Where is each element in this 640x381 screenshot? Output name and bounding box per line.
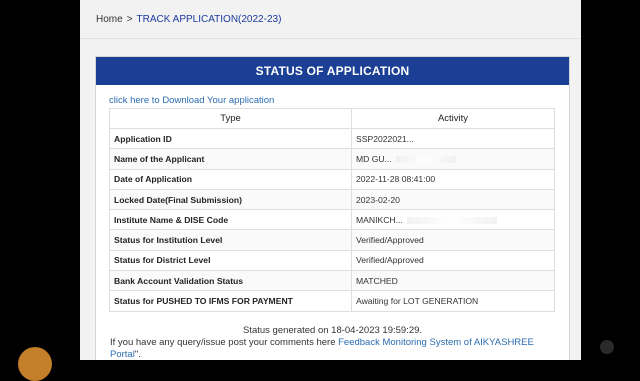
row-label: Application ID — [109, 127, 352, 150]
row-label: Status for District Level — [109, 249, 352, 272]
row-label: Locked Date(Final Submission) — [109, 188, 352, 211]
breadcrumb: Home > TRACK APPLICATION(2022-23) — [96, 14, 281, 25]
row-label: Status for Institution Level — [109, 229, 352, 251]
row-value: 2022-11-28 08:41:00 — [351, 168, 555, 190]
table-row: Application ID SSP2022021... — [109, 127, 555, 150]
redacted-block — [406, 217, 497, 225]
table-row: Bank Account Validation Status MATCHED — [109, 270, 555, 292]
avatar — [18, 347, 52, 381]
breadcrumb-current[interactable]: TRACK APPLICATION(2022-23) — [137, 14, 282, 25]
application-id-value: SSP2022021... — [356, 133, 414, 144]
row-value: Verified/Approved — [351, 229, 555, 251]
table-row: Status for District Level Verified/Appro… — [109, 249, 555, 272]
divider — [80, 38, 581, 39]
row-label: Bank Account Validation Status — [109, 270, 352, 292]
status-generated-text: Status generated on 18-04-2023 19:59:29. — [242, 325, 423, 336]
institute-value: MANIKCH... — [356, 214, 403, 225]
row-label: Name of the Applicant — [109, 148, 352, 170]
query-suffix: ". — [134, 349, 141, 360]
row-value: MATCHED — [351, 270, 555, 292]
query-prefix: If you have any query/issue post your co… — [110, 337, 339, 348]
breadcrumb-separator: > — [126, 14, 133, 25]
row-value: Awaiting for LOT GENERATION — [351, 290, 555, 312]
status-table: Type Activity Application ID SSP2022021.… — [109, 108, 555, 312]
page-container: Home > TRACK APPLICATION(2022-23) STATUS O… — [80, 0, 581, 360]
redacted-block — [395, 156, 456, 164]
row-value: MD GU... — [351, 148, 555, 170]
applicant-name-value: MD GU... — [356, 153, 392, 164]
header-activity: Activity — [351, 108, 555, 129]
row-value: Verified/Approved — [351, 249, 555, 272]
row-value: MANIKCH... — [351, 209, 555, 231]
row-label: Date of Application — [109, 168, 352, 190]
table-row: Institute Name & DISE Code MANIKCH... — [109, 209, 555, 231]
table-row: Date of Application 2022-11-28 08:41:00 — [109, 168, 555, 190]
header-type: Type — [109, 108, 352, 129]
row-value: 2023-02-20 — [351, 188, 555, 211]
breadcrumb-home[interactable]: Home — [96, 14, 123, 25]
table-header-row: Type Activity — [109, 108, 555, 129]
table-row: Status for PUSHED TO IFMS FOR PAYMENT Aw… — [109, 290, 555, 312]
overlay-dot — [600, 340, 614, 354]
row-label: Status for PUSHED TO IFMS FOR PAYMENT — [109, 290, 352, 312]
table-row: Locked Date(Final Submission) 2023-02-20 — [109, 188, 555, 211]
status-panel: STATUS OF APPLICATION click here to Down… — [95, 56, 570, 360]
query-text: If you have any query/issue post your co… — [110, 337, 560, 360]
row-label: Institute Name & DISE Code — [109, 209, 352, 231]
row-value: SSP2022021... — [351, 127, 555, 150]
table-row: Status for Institution Level Verified/Ap… — [109, 229, 555, 251]
table-row: Name of the Applicant MD GU... — [109, 148, 555, 170]
download-application-link[interactable]: click here to Download Your application — [109, 95, 274, 106]
panel-title: STATUS OF APPLICATION — [96, 57, 569, 85]
